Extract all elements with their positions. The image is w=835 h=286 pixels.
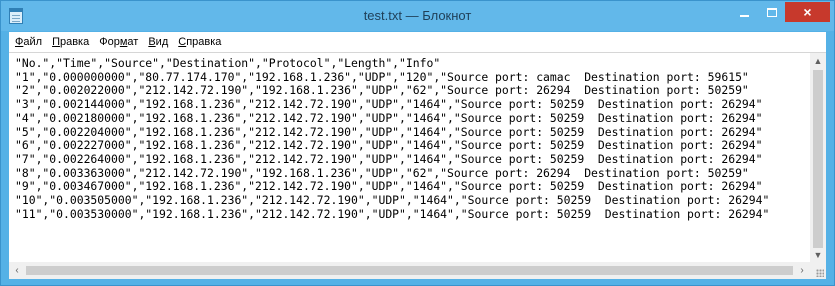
vertical-scroll-thumb[interactable] — [813, 70, 823, 248]
maximize-button[interactable] — [758, 2, 785, 22]
text-line: "5","0.002204000","192.168.1.236","212.1… — [15, 124, 763, 139]
notepad-window: test.txt — Блокнот × Файл Правка Формат … — [0, 0, 835, 286]
scroll-down-icon[interactable]: ▼ — [810, 247, 826, 262]
minimize-button[interactable] — [731, 2, 758, 22]
menu-edit[interactable]: Правка — [48, 32, 95, 52]
close-icon: × — [803, 4, 812, 20]
menu-file[interactable]: Файл — [11, 32, 48, 52]
window-title: test.txt — Блокнот — [363, 8, 472, 23]
text-line: "9","0.003467000","192.168.1.236","212.1… — [15, 179, 763, 194]
text-line: "3","0.002144000","192.168.1.236","212.1… — [15, 97, 763, 112]
menu-help[interactable]: Справка — [174, 32, 227, 52]
text-line: "6","0.002227000","192.168.1.236","212.1… — [15, 138, 763, 153]
scroll-right-icon[interactable]: › — [794, 262, 810, 279]
menu-view[interactable]: Вид — [144, 32, 174, 52]
vertical-scrollbar[interactable]: ▲ ▼ — [810, 53, 826, 262]
maximize-icon — [766, 7, 777, 17]
minimize-icon — [740, 15, 749, 17]
text-line: "2","0.002022000","212.142.72.190","192.… — [15, 83, 749, 98]
resize-grip-icon — [816, 269, 824, 277]
text-line: "8","0.003363000","212.142.72.190","192.… — [15, 165, 749, 180]
size-grip[interactable] — [810, 262, 826, 279]
horizontal-scrollbar[interactable]: ‹ › — [9, 262, 810, 279]
scroll-left-icon[interactable]: ‹ — [9, 262, 25, 279]
text-editor[interactable]: "No.","Time","Source","Destination","Pro… — [9, 52, 826, 262]
text-line: "7","0.002264000","192.168.1.236","212.1… — [15, 151, 763, 166]
title-bar[interactable]: test.txt — Блокнот × — [1, 1, 834, 31]
text-line: "4","0.002180000","192.168.1.236","212.1… — [15, 110, 763, 125]
text-line: "1","0.000000000","80.77.174.170","192.1… — [15, 69, 749, 84]
close-button[interactable]: × — [785, 2, 830, 22]
scroll-up-icon[interactable]: ▲ — [810, 53, 826, 69]
horizontal-scroll-thumb[interactable] — [26, 266, 793, 275]
text-line: "10","0.003505000","192.168.1.236","212.… — [15, 193, 770, 208]
text-line: "No.","Time","Source","Destination","Pro… — [15, 57, 441, 70]
text-line: "11","0.003530000","192.168.1.236","212.… — [15, 206, 770, 221]
menu-format[interactable]: Формат — [95, 32, 144, 52]
document-text[interactable]: "No.","Time","Source","Destination","Pro… — [15, 57, 811, 262]
menu-bar: Файл Правка Формат Вид Справка — [9, 32, 826, 52]
